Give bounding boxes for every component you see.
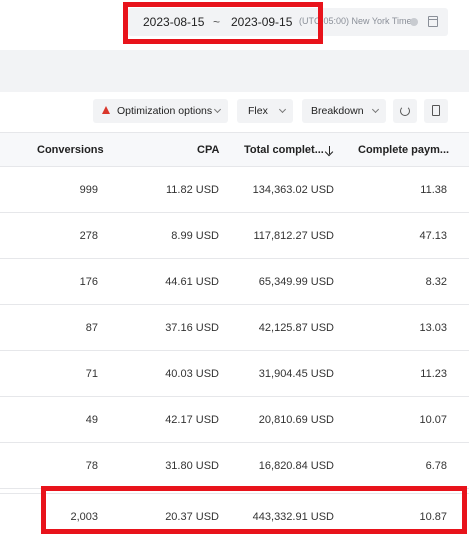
table-toolbar: Optimization options Flex Breakdown	[0, 92, 469, 132]
chevron-down-icon	[371, 105, 380, 114]
info-icon[interactable]	[410, 18, 418, 26]
table-row[interactable]: 176 44.61 USD 65,349.99 USD 8.32	[0, 259, 469, 305]
cell-conversions: 999	[79, 184, 98, 196]
cell-payment: 8.32	[425, 276, 447, 288]
cell-cpa: 11.82 USD	[166, 184, 219, 196]
cell-cpa: 44.61 USD	[165, 276, 219, 288]
cell-payment: 6.78	[425, 460, 447, 472]
optimization-options-label: Optimization options	[117, 105, 213, 117]
cell-cpa: 8.99 USD	[171, 230, 219, 242]
cell-conversions: 71	[85, 368, 98, 380]
cell-total: 117,812.27 USD	[253, 230, 334, 242]
cell-conversions: 78	[85, 460, 98, 472]
header-cpa[interactable]: CPA	[197, 144, 219, 156]
cell-conversions: 278	[79, 230, 98, 242]
refresh-icon	[400, 106, 410, 116]
cell-total: 31,904.45 USD	[258, 368, 334, 380]
cell-payment: 11.38	[420, 184, 447, 196]
flex-label: Flex	[248, 105, 268, 117]
section-divider	[0, 50, 469, 92]
cell-payment: 10.07	[419, 414, 447, 426]
warning-icon	[102, 106, 110, 114]
cell-cpa: 40.03 USD	[165, 368, 219, 380]
table-row[interactable]: 278 8.99 USD 117,812.27 USD 47.13	[0, 213, 469, 259]
cell-cpa: 31.80 USD	[165, 460, 219, 472]
optimization-options-dropdown[interactable]: Optimization options	[93, 99, 228, 123]
cell-conversions: 176	[79, 276, 98, 288]
cell-conversions: 87	[85, 322, 98, 334]
date-highlight-annotation	[123, 2, 323, 44]
breakdown-label: Breakdown	[311, 105, 364, 117]
flex-dropdown[interactable]: Flex	[237, 99, 293, 123]
cell-payment: 47.13	[419, 230, 447, 242]
refresh-button[interactable]	[393, 99, 417, 123]
table-row[interactable]: 87 37.16 USD 42,125.87 USD 13.03	[0, 305, 469, 351]
cell-total: 134,363.02 USD	[252, 184, 334, 196]
cell-total: 42,125.87 USD	[258, 322, 334, 334]
export-icon	[432, 105, 440, 116]
chevron-down-icon	[278, 105, 287, 114]
table-row[interactable]: 49 42.17 USD 20,810.69 USD 10.07	[0, 397, 469, 443]
table-row[interactable]: 78 31.80 USD 16,820.84 USD 6.78	[0, 443, 469, 489]
cell-payment: 13.03	[419, 322, 447, 334]
cell-cpa: 37.16 USD	[165, 322, 219, 334]
table-row[interactable]: 999 11.82 USD 134,363.02 USD 11.38	[0, 167, 469, 213]
cell-payment: 11.23	[420, 368, 447, 380]
cell-conversions: 49	[85, 414, 98, 426]
chevron-down-icon	[213, 105, 222, 114]
export-button[interactable]	[424, 99, 448, 123]
top-bar: 2023-08-15 ~ 2023-09-15 (UTC-05:00) New …	[0, 0, 469, 50]
breakdown-dropdown[interactable]: Breakdown	[302, 99, 386, 123]
header-total-complete[interactable]: Total complet...	[244, 144, 330, 156]
table-row[interactable]: 71 40.03 USD 31,904.45 USD 11.23	[0, 351, 469, 397]
cell-total: 16,820.84 USD	[258, 460, 334, 472]
table-header: Conversions CPA Total complet... Complet…	[0, 132, 469, 167]
cell-total: 20,810.69 USD	[258, 414, 334, 426]
calendar-icon[interactable]	[428, 16, 438, 27]
total-highlight-annotation	[41, 486, 467, 534]
header-complete-payment[interactable]: Complete paym...	[358, 144, 449, 156]
header-total-label: Total complet...	[244, 144, 324, 156]
cell-cpa: 42.17 USD	[165, 414, 219, 426]
cell-total: 65,349.99 USD	[258, 276, 334, 288]
header-conversions[interactable]: Conversions	[37, 144, 104, 156]
sort-down-icon[interactable]	[328, 146, 330, 154]
